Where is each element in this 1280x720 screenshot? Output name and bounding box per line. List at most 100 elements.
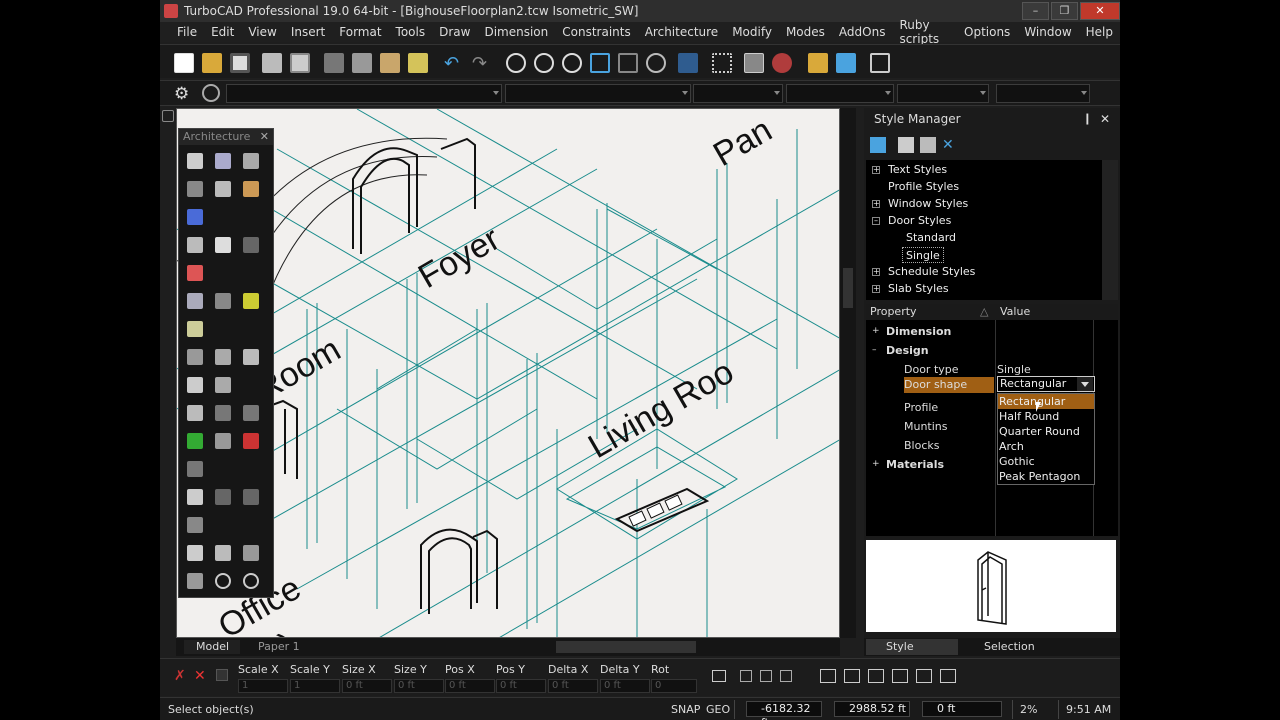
menu-addons[interactable]: AddOns (832, 25, 893, 39)
spell-check-icon[interactable] (678, 53, 698, 73)
close-button[interactable]: ✕ (1080, 2, 1120, 20)
select-hand-icon[interactable] (744, 53, 764, 73)
pin-icon[interactable]: ❙ (1083, 108, 1092, 130)
copy-style-icon[interactable] (898, 137, 914, 153)
rot-field[interactable]: 0 (651, 679, 697, 693)
tree-item-door-styles[interactable]: – Door Styles (872, 213, 951, 229)
open-icon[interactable] (202, 53, 222, 73)
circle-tool-icon[interactable] (215, 573, 231, 589)
zoom-window-icon[interactable] (590, 53, 610, 73)
tree-item-profile-styles[interactable]: Profile Styles (888, 179, 959, 195)
lock-icon[interactable] (216, 669, 228, 681)
distribute-icon[interactable] (868, 669, 884, 683)
z-coordinate-field[interactable]: 0 ft (922, 701, 1002, 717)
zoom-out-icon[interactable] (562, 53, 582, 73)
menu-view[interactable]: View (241, 25, 283, 39)
opening-icon[interactable] (215, 293, 231, 309)
tree-item-standard[interactable]: Standard (906, 230, 956, 246)
pos-x-field[interactable]: 0 ft (445, 679, 495, 693)
table-add-icon[interactable] (243, 489, 259, 505)
roof-icon[interactable] (187, 237, 203, 253)
slab-icon[interactable] (187, 209, 203, 225)
gear-icon[interactable]: ⚙ (174, 84, 189, 104)
wall-pen-icon[interactable] (243, 153, 259, 169)
cut-icon[interactable] (324, 53, 344, 73)
option-peak-pentagon[interactable]: Peak Pentagon (998, 469, 1094, 484)
zoom-extents-icon[interactable] (618, 53, 638, 73)
vertical-scrollbar[interactable] (840, 108, 856, 638)
brush-combo[interactable] (897, 84, 989, 103)
scale-x-field[interactable]: 1 (238, 679, 288, 693)
format-painter-icon[interactable] (408, 53, 428, 73)
3d-cube-icon[interactable] (836, 53, 856, 73)
x-coordinate-field[interactable]: -6182.32 ft (746, 701, 822, 720)
panel-toggle-icon[interactable] (162, 110, 174, 122)
horizontal-scrollbar[interactable]: Model Paper 1 (176, 638, 840, 656)
color-toggle-icon[interactable] (760, 670, 772, 682)
drawing-canvas[interactable]: Foyer ing Room Living Roo Office is) Pan (176, 108, 840, 638)
layer-icon[interactable] (202, 84, 220, 102)
properties-icon[interactable] (870, 53, 890, 73)
undo-icon[interactable]: ↶ (444, 53, 464, 74)
bounding-box-icon[interactable] (820, 669, 836, 683)
tree-item-single[interactable]: Single (902, 247, 944, 263)
ramp-icon[interactable] (215, 377, 231, 393)
eraser-icon[interactable] (187, 405, 203, 421)
floor-add-icon[interactable] (243, 545, 259, 561)
tree-item-window-styles[interactable]: + Window Styles (872, 196, 968, 212)
option-arch[interactable]: Arch (998, 439, 1094, 454)
menu-modify[interactable]: Modify (725, 25, 779, 39)
new-icon[interactable] (174, 53, 194, 73)
floor-edit-icon[interactable] (215, 545, 231, 561)
wall-edit-icon[interactable] (215, 181, 231, 197)
tree-scrollbar[interactable] (1102, 160, 1118, 300)
table-icon[interactable] (187, 489, 203, 505)
link-icon[interactable] (712, 670, 726, 682)
tree-item-slab-styles[interactable]: + Slab Styles (872, 281, 949, 297)
column-icon[interactable] (187, 321, 203, 337)
option-rectangular[interactable]: Rectangular (998, 394, 1094, 409)
folder-layers-icon[interactable] (808, 53, 828, 73)
table-edit-icon[interactable] (215, 489, 231, 505)
fill-combo[interactable] (996, 84, 1090, 103)
tab-style-manager[interactable]: Style Manager (866, 639, 958, 669)
line-width-combo[interactable] (786, 84, 894, 103)
option-quarter-round[interactable]: Quarter Round (998, 424, 1094, 439)
property-column-header[interactable]: Property (870, 304, 917, 320)
geo-toggle[interactable]: GEO (706, 703, 730, 716)
menu-options[interactable]: Options (957, 25, 1017, 39)
mirror-icon[interactable] (916, 669, 932, 683)
circle-edit-icon[interactable] (243, 573, 259, 589)
option-gothic[interactable]: Gothic (998, 454, 1094, 469)
chevron-down-icon[interactable] (1077, 377, 1093, 391)
y-coordinate-field[interactable]: 2988.52 ft (834, 701, 910, 717)
rename-style-icon[interactable] (920, 137, 936, 153)
redo-icon[interactable]: ↷ (472, 53, 492, 74)
snap-magnet-icon[interactable] (772, 53, 792, 73)
save-icon[interactable] (230, 53, 250, 73)
close-icon[interactable]: ✕ (194, 669, 208, 683)
tree-item-text-styles[interactable]: + Text Styles (872, 162, 947, 178)
copy-icon[interactable] (352, 53, 372, 73)
tab-paper-1[interactable]: Paper 1 (246, 640, 306, 654)
section-icon[interactable] (187, 517, 203, 533)
zoom-all-icon[interactable] (646, 53, 666, 73)
tab-model[interactable]: Model (184, 640, 240, 654)
delta-x-field[interactable]: 0 ft (548, 679, 598, 693)
tab-selection-info[interactable]: Selection Info (964, 639, 1056, 669)
menu-help[interactable]: Help (1079, 25, 1120, 39)
scale-icon[interactable] (940, 669, 956, 683)
menu-format[interactable]: Format (332, 25, 388, 39)
grid-icon[interactable] (712, 53, 732, 73)
menu-window[interactable]: Window (1017, 25, 1078, 39)
wall-join-icon[interactable] (243, 181, 259, 197)
layer-toggle-icon[interactable] (740, 670, 752, 682)
menu-insert[interactable]: Insert (284, 25, 332, 39)
tree-item-schedule-styles[interactable]: + Schedule Styles (872, 264, 975, 280)
scale-y-field[interactable]: 1 (290, 679, 340, 693)
minimize-button[interactable]: – (1022, 2, 1049, 20)
prop-dimension[interactable]: + Dimension (866, 322, 1094, 341)
menu-file[interactable]: File (170, 25, 204, 39)
menu-edit[interactable]: Edit (204, 25, 241, 39)
stair-icon[interactable] (187, 349, 203, 365)
